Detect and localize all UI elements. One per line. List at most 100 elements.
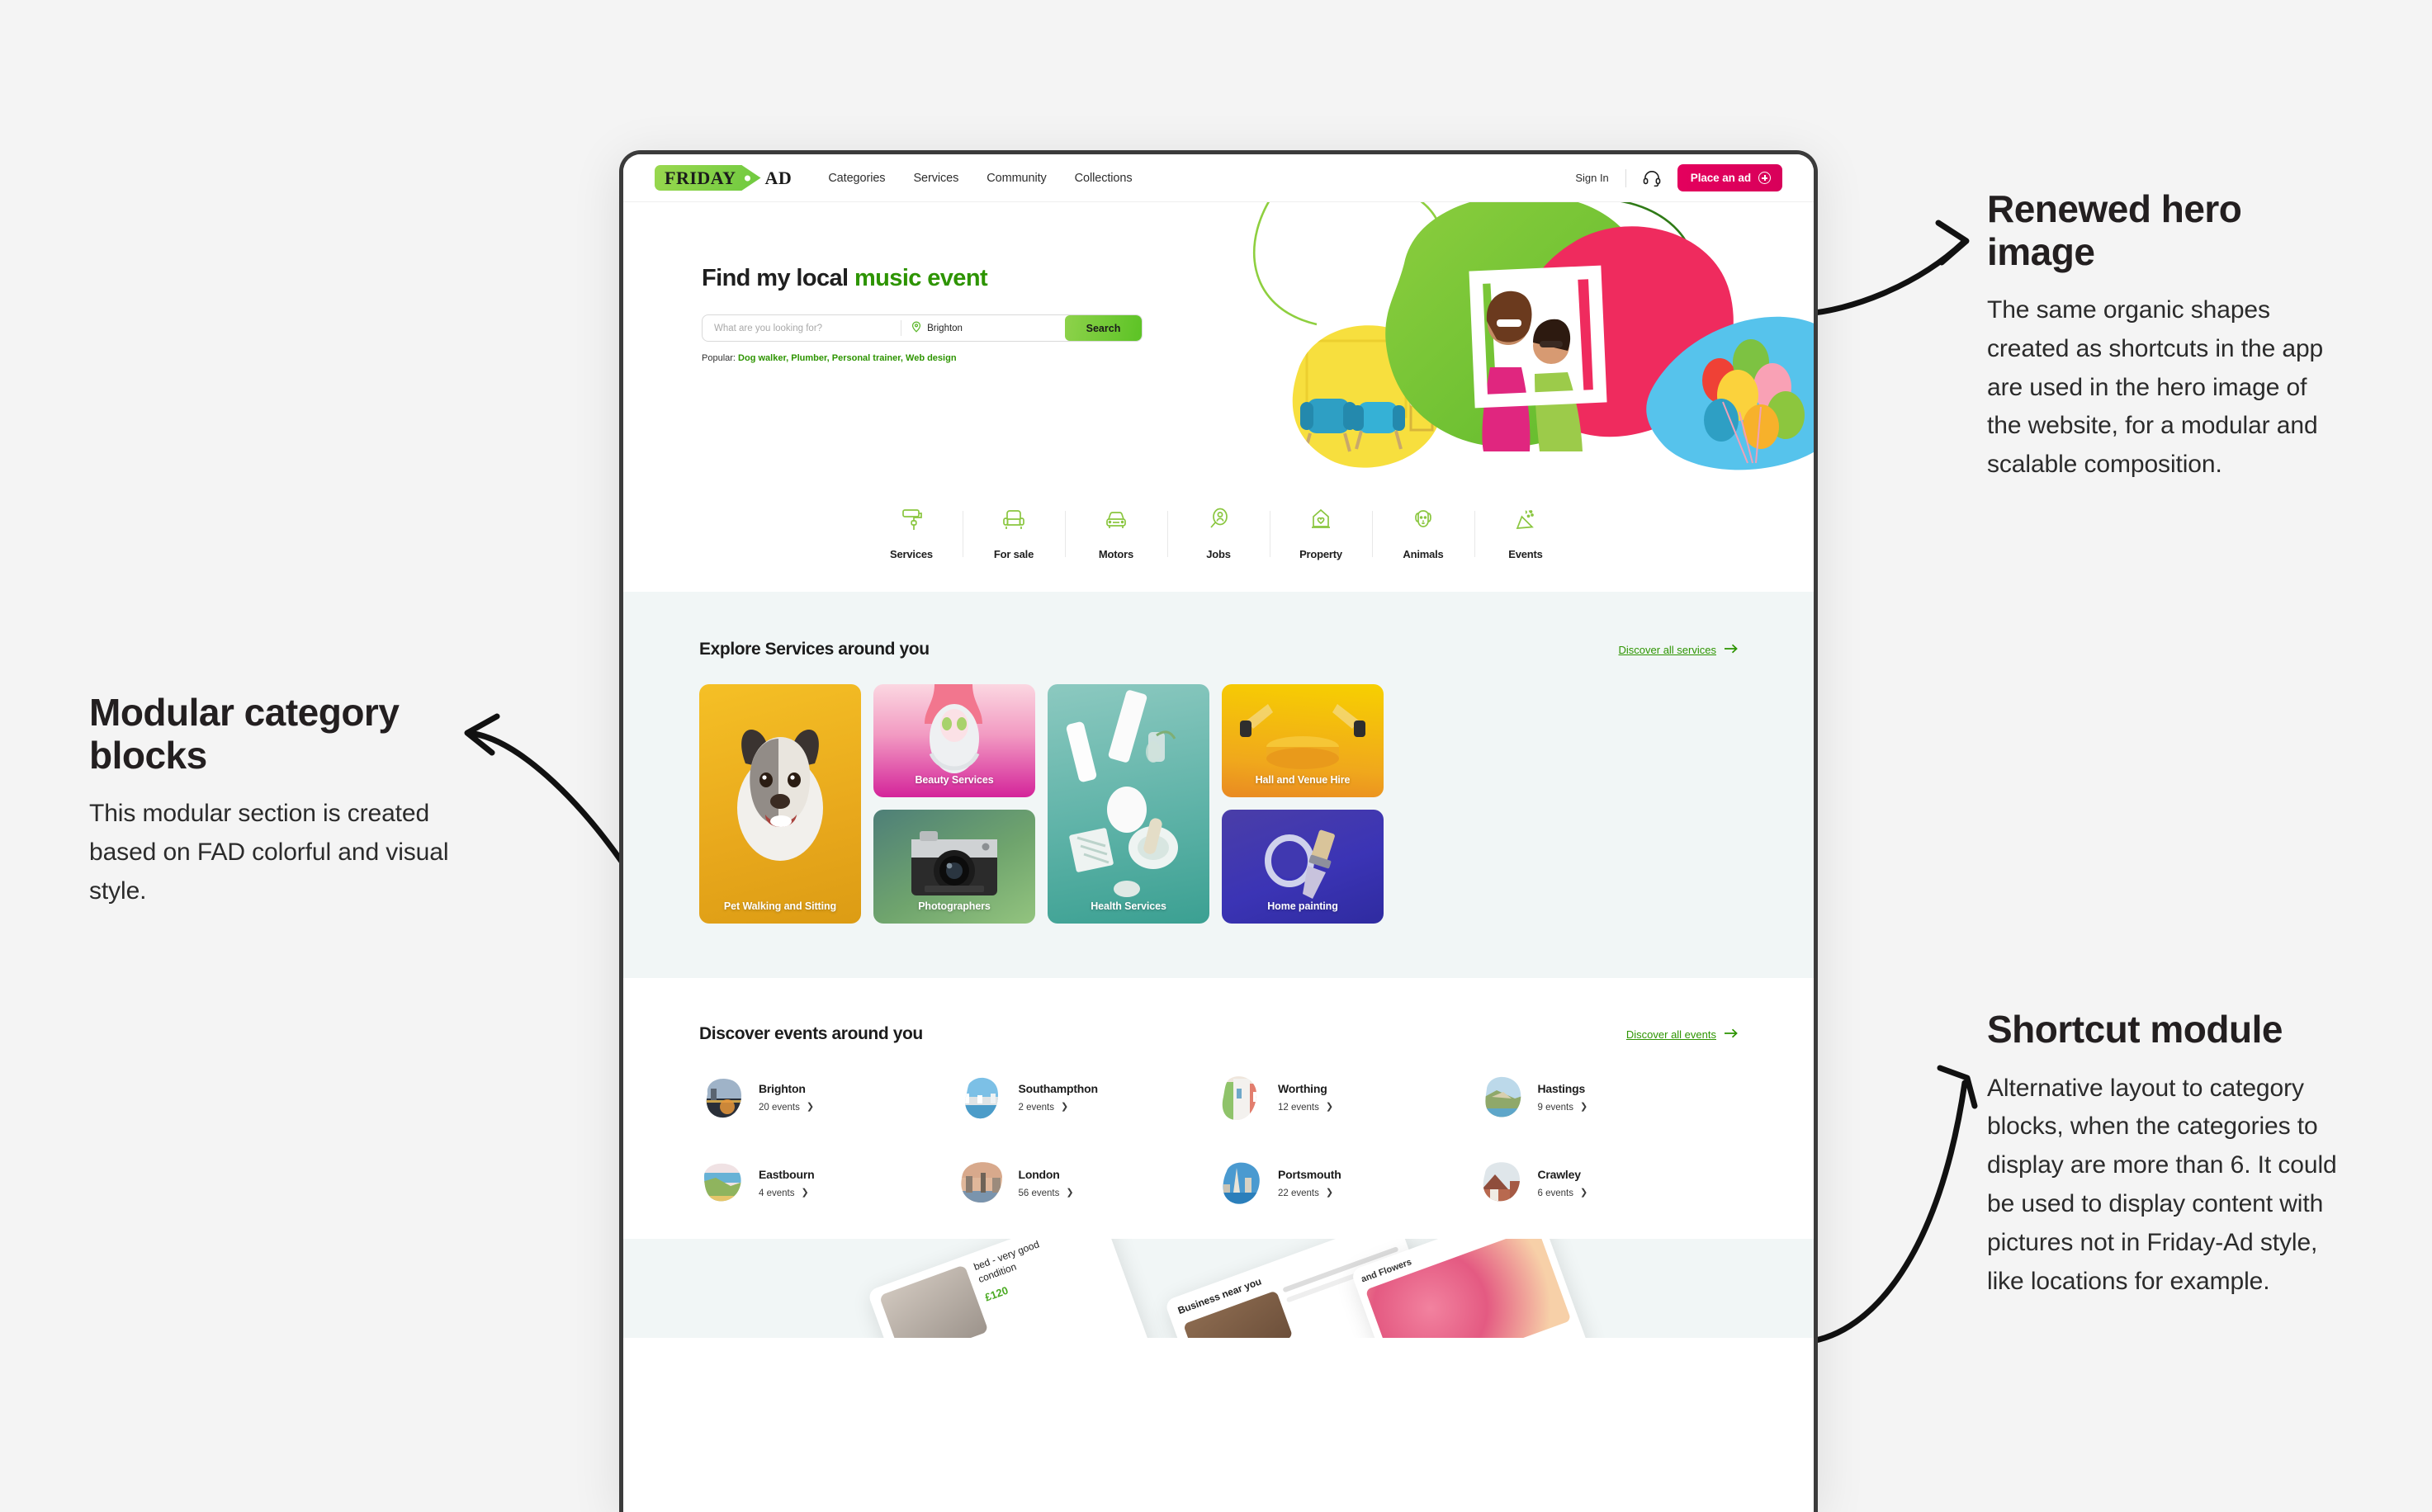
location-event-count: 22 events ❯ — [1278, 1188, 1341, 1198]
arrow-to-shortcut-module — [1803, 1065, 1978, 1345]
sign-in-link[interactable]: Sign In — [1575, 172, 1625, 184]
category-label: Property — [1299, 548, 1342, 560]
location-thumbnail — [699, 1160, 745, 1206]
nav-item-collections[interactable]: Collections — [1075, 172, 1133, 185]
category-item-for-sale[interactable]: For sale — [963, 506, 1065, 560]
armchair-icon — [1000, 506, 1028, 538]
location-info: Eastbourn 4 events ❯ — [759, 1167, 815, 1198]
events-section-header: Discover events around you Discover all … — [699, 1024, 1738, 1044]
headset-icon[interactable] — [1641, 169, 1663, 187]
location-info: London 56 events ❯ — [1019, 1168, 1074, 1198]
place-an-ad-label: Place an ad — [1690, 172, 1751, 184]
event-location-item[interactable]: Brighton 20 events ❯ — [699, 1074, 959, 1120]
service-card-beauty-services[interactable]: Beauty Services — [873, 684, 1035, 797]
house-heart-icon — [1307, 506, 1335, 538]
category-label: Motors — [1098, 548, 1134, 560]
event-count-label: 20 events — [759, 1102, 800, 1113]
location-name: London — [1018, 1167, 1060, 1181]
event-location-item[interactable]: Crawley 6 events ❯ — [1479, 1160, 1739, 1206]
services-section-header: Explore Services around you Discover all… — [699, 640, 1738, 659]
service-card-photographers[interactable]: Photographers — [873, 810, 1035, 924]
site-logo[interactable]: FRIDAY AD — [655, 164, 793, 191]
location-info: Southampthon 2 events ❯ — [1019, 1082, 1099, 1113]
category-item-property[interactable]: Property — [1270, 506, 1372, 560]
event-count-label: 12 events — [1278, 1102, 1319, 1113]
service-card-hall-venue-hire[interactable]: Hall and Venue Hire — [1222, 684, 1384, 797]
nav-item-community[interactable]: Community — [987, 172, 1047, 185]
category-item-services[interactable]: Services — [860, 506, 963, 560]
event-location-item[interactable]: Southampthon 2 events ❯ — [959, 1074, 1219, 1120]
category-label: Services — [890, 548, 933, 560]
event-location-item[interactable]: Worthing 12 events ❯ — [1218, 1074, 1479, 1120]
event-location-item[interactable]: Portsmouth 22 events ❯ — [1218, 1160, 1479, 1206]
event-count-label: 56 events — [1018, 1188, 1060, 1198]
category-item-motors[interactable]: Motors — [1065, 506, 1167, 560]
service-card-label: Beauty Services — [915, 774, 994, 786]
search-button[interactable]: Search — [1065, 315, 1142, 341]
service-card-home-painting[interactable]: Home painting — [1222, 810, 1384, 924]
annotation-body: The same organic shapes created as short… — [1987, 296, 2324, 479]
discover-all-events-link[interactable]: Discover all events — [1626, 1028, 1738, 1041]
search-query-input[interactable]: What are you looking for? — [703, 315, 901, 341]
hero-title: Find my local music event — [702, 265, 1143, 292]
chevron-right-icon: ❯ — [1579, 1102, 1588, 1112]
logo-brand-text: FRIDAY — [665, 167, 736, 188]
location-name: Crawley — [1537, 1167, 1581, 1181]
map-pin-icon — [911, 321, 921, 335]
event-location-item[interactable]: Hastings 9 events ❯ — [1479, 1074, 1739, 1120]
hero-organic-artwork — [1252, 202, 1814, 470]
browser-viewport: FRIDAY AD Categories Services Community … — [623, 154, 1814, 1512]
mockup-photo — [878, 1264, 989, 1338]
location-thumbnail — [959, 1160, 1005, 1206]
annotation-renewed-hero-image: Renewed hero image The same organic shap… — [1987, 187, 2342, 484]
arrow-to-hero — [1803, 220, 1970, 317]
service-card-health-services[interactable]: Health Services — [1048, 684, 1209, 924]
service-card-pet-walking[interactable]: Pet Walking and Sitting — [699, 684, 861, 924]
location-event-count: 4 events ❯ — [759, 1188, 814, 1198]
annotation-body: Alternative layout to category blocks, w… — [1987, 1074, 2337, 1295]
location-name: Hastings — [1537, 1081, 1586, 1095]
event-location-item[interactable]: Eastbourn 4 events ❯ — [699, 1160, 959, 1206]
location-value: Brighton — [927, 323, 963, 333]
location-name: Eastbourn — [759, 1167, 815, 1181]
party-popper-icon — [1512, 506, 1540, 538]
mockup-card-listing: bed - very good condition £120 ♡ — [867, 1239, 1159, 1338]
category-item-jobs[interactable]: Jobs — [1167, 506, 1270, 560]
hero-title-prefix: Find my local — [702, 265, 854, 291]
chevron-right-icon: ❯ — [1579, 1188, 1588, 1198]
logo-suffix-text: AD — [764, 167, 793, 188]
category-item-animals[interactable]: Animals — [1372, 506, 1474, 560]
annotation-shortcut-module: Shortcut module Alternative layout to ca… — [1987, 1008, 2354, 1301]
location-thumbnail — [699, 1074, 745, 1120]
chevron-right-icon: ❯ — [1066, 1188, 1074, 1198]
arrow-right-icon — [1724, 1028, 1738, 1041]
location-info: Worthing 12 events ❯ — [1278, 1082, 1333, 1113]
nav-item-services[interactable]: Services — [913, 172, 958, 185]
service-card-label: Pet Walking and Sitting — [723, 900, 837, 912]
arrow-right-icon — [1724, 644, 1738, 656]
discover-events-section: Discover events around you Discover all … — [623, 978, 1814, 1239]
location-info: Brighton 20 events ❯ — [759, 1082, 814, 1113]
discover-all-services-link[interactable]: Discover all services — [1619, 644, 1738, 656]
category-label: Jobs — [1206, 548, 1231, 560]
popular-terms[interactable]: Dog walker, Plumber, Personal trainer, W… — [738, 353, 957, 363]
event-location-item[interactable]: London 56 events ❯ — [959, 1160, 1219, 1206]
nav-item-categories[interactable]: Categories — [828, 172, 885, 185]
dog-icon — [1409, 506, 1437, 538]
main-nav: Categories Services Community Collection… — [828, 172, 1132, 185]
location-thumbnail — [1479, 1074, 1525, 1120]
chevron-right-icon: ❯ — [801, 1188, 809, 1198]
app-mockup-section: bed - very good condition £120 ♡ Busines… — [623, 1239, 1814, 1338]
annotation-title: Renewed hero image — [1987, 187, 2242, 273]
place-an-ad-button[interactable]: Place an ad — [1677, 164, 1782, 191]
category-item-events[interactable]: Events — [1474, 506, 1577, 560]
services-column-4: Hall and Venue Hire Home painting — [1222, 684, 1384, 924]
search-bar: What are you looking for? Brighton Searc… — [702, 314, 1143, 342]
header-divider — [1625, 168, 1626, 187]
location-input[interactable]: Brighton — [901, 315, 1065, 341]
location-event-count: 56 events ❯ — [1019, 1188, 1074, 1198]
location-name: Worthing — [1278, 1081, 1327, 1095]
location-thumbnail — [1218, 1074, 1265, 1120]
discover-all-events-label: Discover all events — [1625, 1028, 1716, 1041]
event-count-label: 4 events — [759, 1188, 795, 1198]
